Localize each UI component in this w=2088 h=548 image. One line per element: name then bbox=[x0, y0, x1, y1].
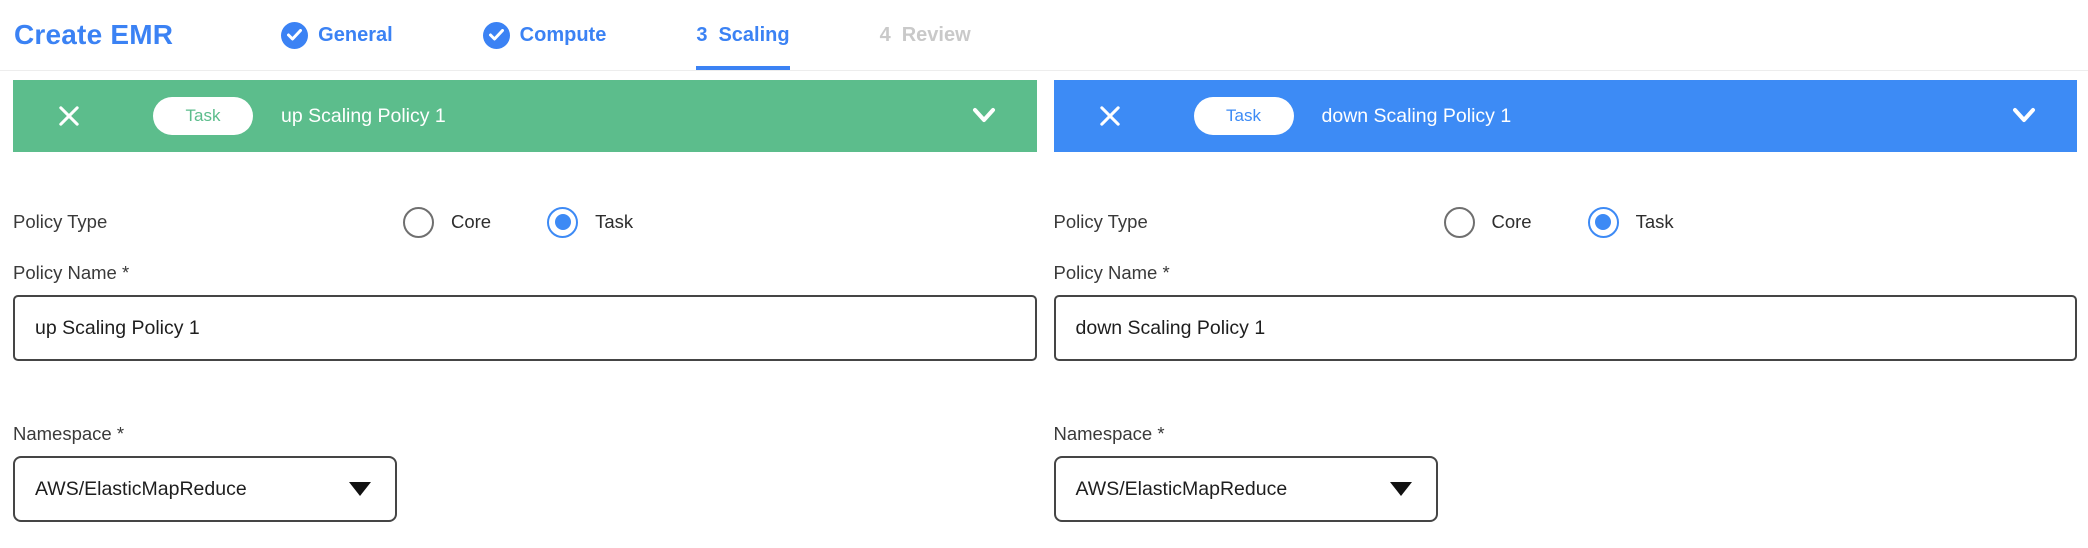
scale-up-policy-header[interactable]: Task up Scaling Policy 1 bbox=[13, 80, 1037, 152]
policy-header-title: down Scaling Policy 1 bbox=[1322, 105, 1512, 128]
namespace-label: Namespace * bbox=[1054, 423, 2078, 445]
radio-unselected-icon[interactable] bbox=[1444, 207, 1475, 238]
close-icon[interactable] bbox=[1096, 102, 1124, 130]
namespace-selected-value: AWS/ElasticMapReduce bbox=[1076, 478, 1288, 501]
policy-type-row: Policy Type Core Task bbox=[13, 206, 1037, 238]
radio-unselected-icon[interactable] bbox=[403, 207, 434, 238]
step-label: Review bbox=[902, 24, 971, 47]
step-general[interactable]: General bbox=[281, 0, 392, 70]
radio-task[interactable]: Task bbox=[547, 207, 633, 238]
step-number: 4 bbox=[880, 24, 891, 47]
check-circle-icon bbox=[483, 22, 510, 49]
radio-core-label: Core bbox=[1492, 211, 1532, 233]
scale-down-policy-header[interactable]: Task down Scaling Policy 1 bbox=[1054, 80, 2078, 152]
panel-body: Policy Type Core Task Policy Name * bbox=[1054, 206, 2078, 522]
task-badge-label: Task bbox=[1226, 106, 1261, 126]
policy-type-radio-group: Core Task bbox=[403, 206, 633, 238]
caret-down-icon bbox=[1390, 482, 1412, 496]
step-label: General bbox=[318, 24, 392, 47]
policy-name-input[interactable] bbox=[13, 295, 1037, 361]
panel-body: Policy Type Core Task Policy Name * bbox=[13, 206, 1037, 522]
policy-header-title: up Scaling Policy 1 bbox=[281, 105, 446, 128]
wizard-header: Create EMR General Compute 3 Scaling 4 R… bbox=[0, 0, 2088, 71]
step-label: Scaling bbox=[718, 24, 789, 47]
policy-name-field: Policy Name * bbox=[1054, 262, 2078, 361]
policy-type-label: Policy Type bbox=[1054, 211, 1148, 233]
task-badge-label: Task bbox=[186, 106, 221, 126]
radio-selected-icon[interactable] bbox=[547, 207, 578, 238]
namespace-selected-value: AWS/ElasticMapReduce bbox=[35, 478, 247, 501]
scaling-policies: Task up Scaling Policy 1 Policy Type Cor… bbox=[0, 71, 2088, 522]
chevron-down-icon[interactable] bbox=[2009, 105, 2039, 127]
policy-name-field: Policy Name * bbox=[13, 262, 1037, 361]
policy-name-label: Policy Name * bbox=[13, 262, 1037, 284]
task-badge: Task bbox=[1194, 97, 1294, 135]
namespace-label: Namespace * bbox=[13, 423, 1037, 445]
radio-core[interactable]: Core bbox=[403, 207, 491, 238]
step-number: 3 bbox=[696, 24, 707, 47]
step-scaling[interactable]: 3 Scaling bbox=[696, 0, 789, 70]
step-review[interactable]: 4 Review bbox=[880, 0, 971, 70]
radio-task[interactable]: Task bbox=[1588, 207, 1674, 238]
caret-down-icon bbox=[349, 482, 371, 496]
radio-selected-icon[interactable] bbox=[1588, 207, 1619, 238]
close-icon[interactable] bbox=[55, 102, 83, 130]
namespace-select[interactable]: AWS/ElasticMapReduce bbox=[1054, 456, 1438, 522]
scale-up-policy-panel: Task up Scaling Policy 1 Policy Type Cor… bbox=[13, 80, 1037, 522]
scale-down-policy-panel: Task down Scaling Policy 1 Policy Type C… bbox=[1054, 80, 2078, 522]
radio-task-label: Task bbox=[1636, 211, 1674, 233]
namespace-field: Namespace * AWS/ElasticMapReduce bbox=[1054, 423, 2078, 522]
policy-type-row: Policy Type Core Task bbox=[1054, 206, 2078, 238]
namespace-select[interactable]: AWS/ElasticMapReduce bbox=[13, 456, 397, 522]
policy-type-label: Policy Type bbox=[13, 211, 107, 233]
radio-task-label: Task bbox=[595, 211, 633, 233]
policy-name-label: Policy Name * bbox=[1054, 262, 2078, 284]
check-circle-icon bbox=[281, 22, 308, 49]
namespace-field: Namespace * AWS/ElasticMapReduce bbox=[13, 423, 1037, 522]
chevron-down-icon[interactable] bbox=[969, 105, 999, 127]
radio-core[interactable]: Core bbox=[1444, 207, 1532, 238]
policy-type-radio-group: Core Task bbox=[1444, 206, 1674, 238]
step-compute[interactable]: Compute bbox=[483, 0, 607, 70]
task-badge: Task bbox=[153, 97, 253, 135]
policy-name-input[interactable] bbox=[1054, 295, 2078, 361]
radio-core-label: Core bbox=[451, 211, 491, 233]
step-label: Compute bbox=[520, 24, 607, 47]
page-title: Create EMR bbox=[14, 19, 173, 51]
wizard-steps: General Compute 3 Scaling 4 Review bbox=[281, 0, 970, 70]
